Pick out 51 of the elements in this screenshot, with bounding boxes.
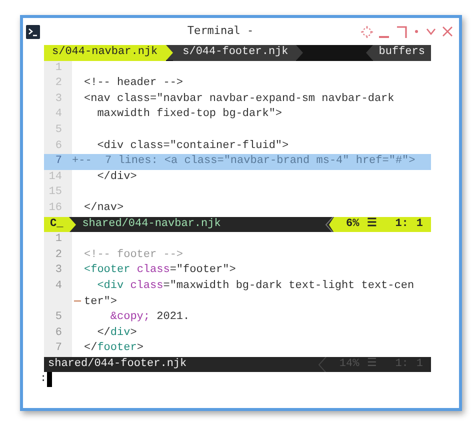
fold-text: +-- 7 lines: <a class="navbar-brand ms-4" href="#">	[72, 154, 416, 170]
code-text: class	[136, 264, 170, 276]
separator-icon	[318, 356, 328, 372]
command-prompt: :	[40, 372, 47, 388]
code-text: class	[129, 280, 164, 292]
chevron-down-icon[interactable]	[426, 28, 436, 35]
wrap-marker-icon	[74, 300, 81, 302]
code-text: <div	[96, 280, 124, 292]
code-text: </	[84, 342, 98, 354]
code-text: </div>	[96, 170, 137, 183]
line-number: 2	[44, 248, 72, 264]
line-number: 7	[44, 341, 72, 357]
chevron-right-icon	[69, 216, 76, 232]
file-name: shared/044-navbar.njk	[81, 216, 221, 232]
file-name: shared/044-footer.njk	[47, 356, 187, 372]
line-number: 1	[44, 232, 72, 248]
code-text: >	[136, 342, 144, 354]
code-text: <footer	[84, 264, 130, 276]
code-text: &copy;	[109, 311, 150, 324]
column-label: 1	[416, 216, 423, 232]
tab-separator-icon	[296, 45, 304, 60]
close-icon[interactable]	[442, 26, 453, 37]
line-label: 1:	[395, 216, 408, 232]
line-number: 6	[44, 326, 72, 342]
code-text: ter">	[84, 296, 118, 308]
crosshair-icon[interactable]	[361, 26, 373, 38]
line-number: 7	[54, 154, 63, 170]
code-text: footer	[97, 342, 137, 354]
code-text: </	[96, 326, 110, 339]
code-text: <div class="container-fluid">	[96, 140, 289, 152]
terminal-icon	[26, 24, 40, 38]
code-text: <!-- header -->	[84, 77, 184, 90]
cursor	[46, 372, 52, 388]
code-text: <nav class="navbar navbar-expand-sm navbar-dark	[84, 92, 394, 105]
code-text: <!-- footer -->	[84, 248, 184, 261]
line-number: 4	[44, 278, 72, 294]
line-icon: ☰	[367, 216, 378, 232]
line-icon: ☰	[367, 356, 378, 372]
dot-icon[interactable]	[415, 30, 418, 33]
maximize-icon[interactable]	[397, 26, 407, 38]
line-number: 3	[44, 263, 72, 279]
code-text: 2021.	[156, 311, 190, 324]
percent-label: 6%	[346, 216, 360, 232]
code-text: maxwidth fixed-top bg-dark">	[96, 108, 282, 120]
line-number: 5	[44, 310, 72, 326]
window-title: Terminal -	[186, 23, 255, 40]
code-text: </nav>	[84, 202, 124, 214]
code-text: div	[110, 326, 130, 339]
code-text: ="footer">	[170, 264, 236, 276]
code-text: ="maxwidth bg-dark text-light text-cen	[163, 280, 414, 292]
code-text: >	[130, 326, 137, 339]
